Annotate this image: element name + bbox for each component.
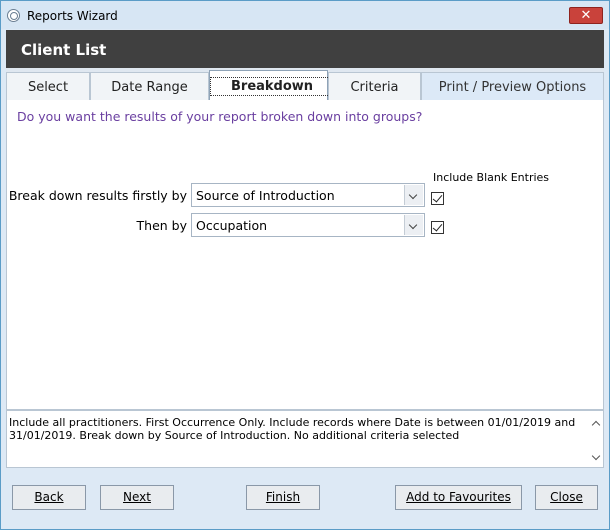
- include-blank-entries-label: Include Blank Entries: [433, 171, 550, 184]
- tab-date-range[interactable]: Date Range: [90, 72, 209, 100]
- tab-strip: Select Date Range Breakdown Criteria Pri…: [6, 68, 604, 101]
- breakdown-panel: Do you want the results of your report b…: [6, 100, 604, 410]
- report-header: Client List: [6, 30, 604, 68]
- breakdown-question: Do you want the results of your report b…: [17, 109, 423, 124]
- scroll-down-icon[interactable]: [592, 453, 600, 461]
- finish-button[interactable]: Finish: [246, 485, 320, 510]
- then-breakdown-value: Occupation: [196, 218, 268, 233]
- title-bar: Reports Wizard ✕: [1, 1, 609, 29]
- first-breakdown-select[interactable]: Source of Introduction: [191, 183, 425, 207]
- next-button[interactable]: Next: [100, 485, 174, 510]
- then-breakdown-select[interactable]: Occupation: [191, 213, 425, 237]
- summary-text: Include all practitioners. First Occurre…: [9, 416, 576, 442]
- add-to-favourites-button[interactable]: Add to Favourites: [395, 485, 522, 510]
- back-button[interactable]: Back: [12, 485, 86, 510]
- scroll-up-icon[interactable]: [592, 419, 600, 427]
- first-breakdown-label: Break down results firstly by: [8, 188, 187, 203]
- first-include-blank-checkbox[interactable]: [431, 192, 444, 205]
- reports-wizard-window: Reports Wizard ✕ Client List Select Date…: [0, 0, 610, 530]
- app-icon: [7, 9, 20, 22]
- tab-print-preview-options[interactable]: Print / Preview Options: [421, 72, 604, 100]
- tab-criteria[interactable]: Criteria: [328, 72, 421, 100]
- chevron-down-icon[interactable]: [404, 215, 423, 235]
- chevron-down-icon[interactable]: [404, 185, 423, 205]
- window-title: Reports Wizard: [27, 9, 118, 23]
- tab-breakdown-label: Breakdown: [210, 77, 335, 96]
- report-title: Client List: [21, 41, 107, 59]
- close-button[interactable]: Close: [535, 485, 598, 510]
- tab-select[interactable]: Select: [6, 72, 90, 100]
- then-include-blank-checkbox[interactable]: [431, 221, 444, 234]
- window-close-button[interactable]: ✕: [569, 7, 603, 24]
- tab-breakdown[interactable]: Breakdown: [209, 70, 335, 101]
- first-breakdown-value: Source of Introduction: [196, 188, 335, 203]
- summary-box[interactable]: Include all practitioners. First Occurre…: [6, 410, 604, 468]
- then-breakdown-label: Then by: [136, 218, 187, 233]
